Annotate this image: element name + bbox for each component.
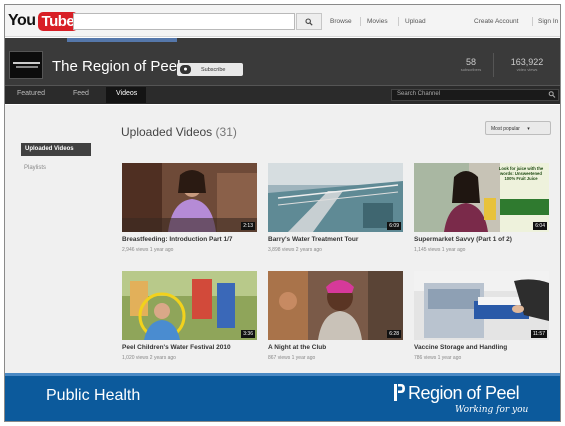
channel-nav: Featured Feed Videos Search Channel [5,85,560,104]
avatar-mark [16,66,38,68]
sidebar-item-uploaded[interactable]: Uploaded Videos [21,143,91,156]
video-thumbnail[interactable]: 2:13 [122,163,257,232]
video-title[interactable]: Breastfeeding: Introduction Part 1/7 [122,236,233,243]
org-name: Region of Peel [408,383,520,403]
divider [398,17,399,26]
video-meta: 786 views 1 year ago [414,355,462,361]
video-duration: 6:28 [387,330,401,338]
view-count: 163,922 [510,57,544,67]
subscriber-stat: 58 subscribers [451,57,491,72]
slide-footer: Public Health Region of Peel Working for… [5,373,560,421]
video-duration: 6:04 [533,222,547,230]
breastfeeding-thumbnail-image [122,163,257,232]
channel-avatar[interactable] [9,51,43,79]
stat-divider [493,53,494,77]
channel-search-input[interactable]: Search Channel [391,89,559,101]
video-thumbnail[interactable]: 11:57 [414,271,549,340]
water-festival-thumbnail-image [122,271,257,340]
water-treatment-thumbnail-image [268,163,403,232]
videos-panel: Uploaded Videos Playlists Uploaded Video… [5,105,560,373]
subscribe-label: Subscribe [201,66,226,73]
video-title[interactable]: Supermarket Savvy (Part 1 of 2) [414,236,512,243]
video-duration: 11:57 [530,330,547,338]
thumbnail-caption: Look for juice with the words: Unsweeten… [498,166,544,182]
tab-videos[interactable]: Videos [106,87,146,103]
footer-stripe [5,373,560,376]
logo-you-text: You [8,12,36,29]
video-meta: 1,020 views 2 years ago [122,355,176,361]
video-duration: 6:09 [387,222,401,230]
video-meta: 867 views 1 year ago [268,355,316,361]
search-button[interactable] [296,13,322,30]
video-meta: 2,946 views 1 year ago [122,247,174,253]
search-input[interactable] [73,13,295,30]
video-thumbnail[interactable]: Look for juice with the words: Unsweeten… [414,163,549,232]
video-thumbnail[interactable]: 6:28 [268,271,403,340]
video-meta: 3,898 views 2 years ago [268,247,322,253]
org-tagline: Working for you [455,405,529,415]
video-title[interactable]: Vaccine Storage and Handling [414,344,507,351]
create-account-link[interactable]: Create Account [474,18,518,25]
department-label: Public Health [46,387,141,404]
browse-link[interactable]: Browse [330,18,352,25]
divider [532,17,533,26]
views-stat: 163,922 video views [498,57,556,72]
channel-search-placeholder: Search Channel [397,91,441,97]
video-count: (31) [215,125,237,139]
video-title[interactable]: A Night at the Club [268,344,326,351]
video-duration: 3:36 [241,330,255,338]
vaccine-storage-thumbnail-image [414,271,549,340]
subscriber-count: 58 [465,57,476,67]
youtube-top-bar: You Tube Browse Movies Upload Create Acc… [5,5,560,37]
sort-label: Most popular [491,126,520,132]
search-icon [305,17,313,26]
subscribe-icon: ● [180,65,191,74]
chevron-down-icon: ▾ [527,126,530,132]
search-icon[interactable] [548,90,556,99]
subscribe-button[interactable]: ● Subscribe [177,63,243,76]
slide-frame: You Tube Browse Movies Upload Create Acc… [4,4,561,422]
tab-videos-label: Videos [116,90,138,97]
divider [360,17,361,26]
channel-header: The Region of Peel ● Subscribe 58 subscr… [5,38,560,85]
sign-in-link[interactable]: Sign In [538,18,558,25]
upload-link[interactable]: Upload [405,18,426,25]
video-duration: 2:13 [241,222,255,230]
tab-featured[interactable]: Featured [17,90,45,97]
video-thumbnail[interactable]: 6:09 [268,163,403,232]
video-title[interactable]: Peel Children's Water Festival 2010 [122,344,231,351]
header-accent-band [67,38,177,42]
video-title[interactable]: Barry's Water Treatment Tour [268,236,358,243]
region-of-peel-logo: Region of Peel Working for you [394,381,554,421]
youtube-logo[interactable]: You Tube [8,10,79,32]
sort-dropdown[interactable]: Most popular ▾ [485,121,551,135]
channel-title: The Region of Peel [52,58,181,75]
region-of-peel-mark-icon [394,384,405,401]
section-title: Uploaded Videos (31) [121,125,237,139]
tab-feed[interactable]: Feed [73,90,89,97]
night-club-thumbnail-image [268,271,403,340]
video-thumbnail[interactable]: 3:36 [122,271,257,340]
movies-link[interactable]: Movies [367,18,388,25]
views-label: video views [516,67,538,72]
subscriber-label: subscribers [460,67,482,72]
video-meta: 1,145 views 1 year ago [414,247,466,253]
avatar-mark [13,62,40,64]
section-title-text: Uploaded Videos [121,125,213,139]
sidebar-item-playlists[interactable]: Playlists [24,165,46,171]
